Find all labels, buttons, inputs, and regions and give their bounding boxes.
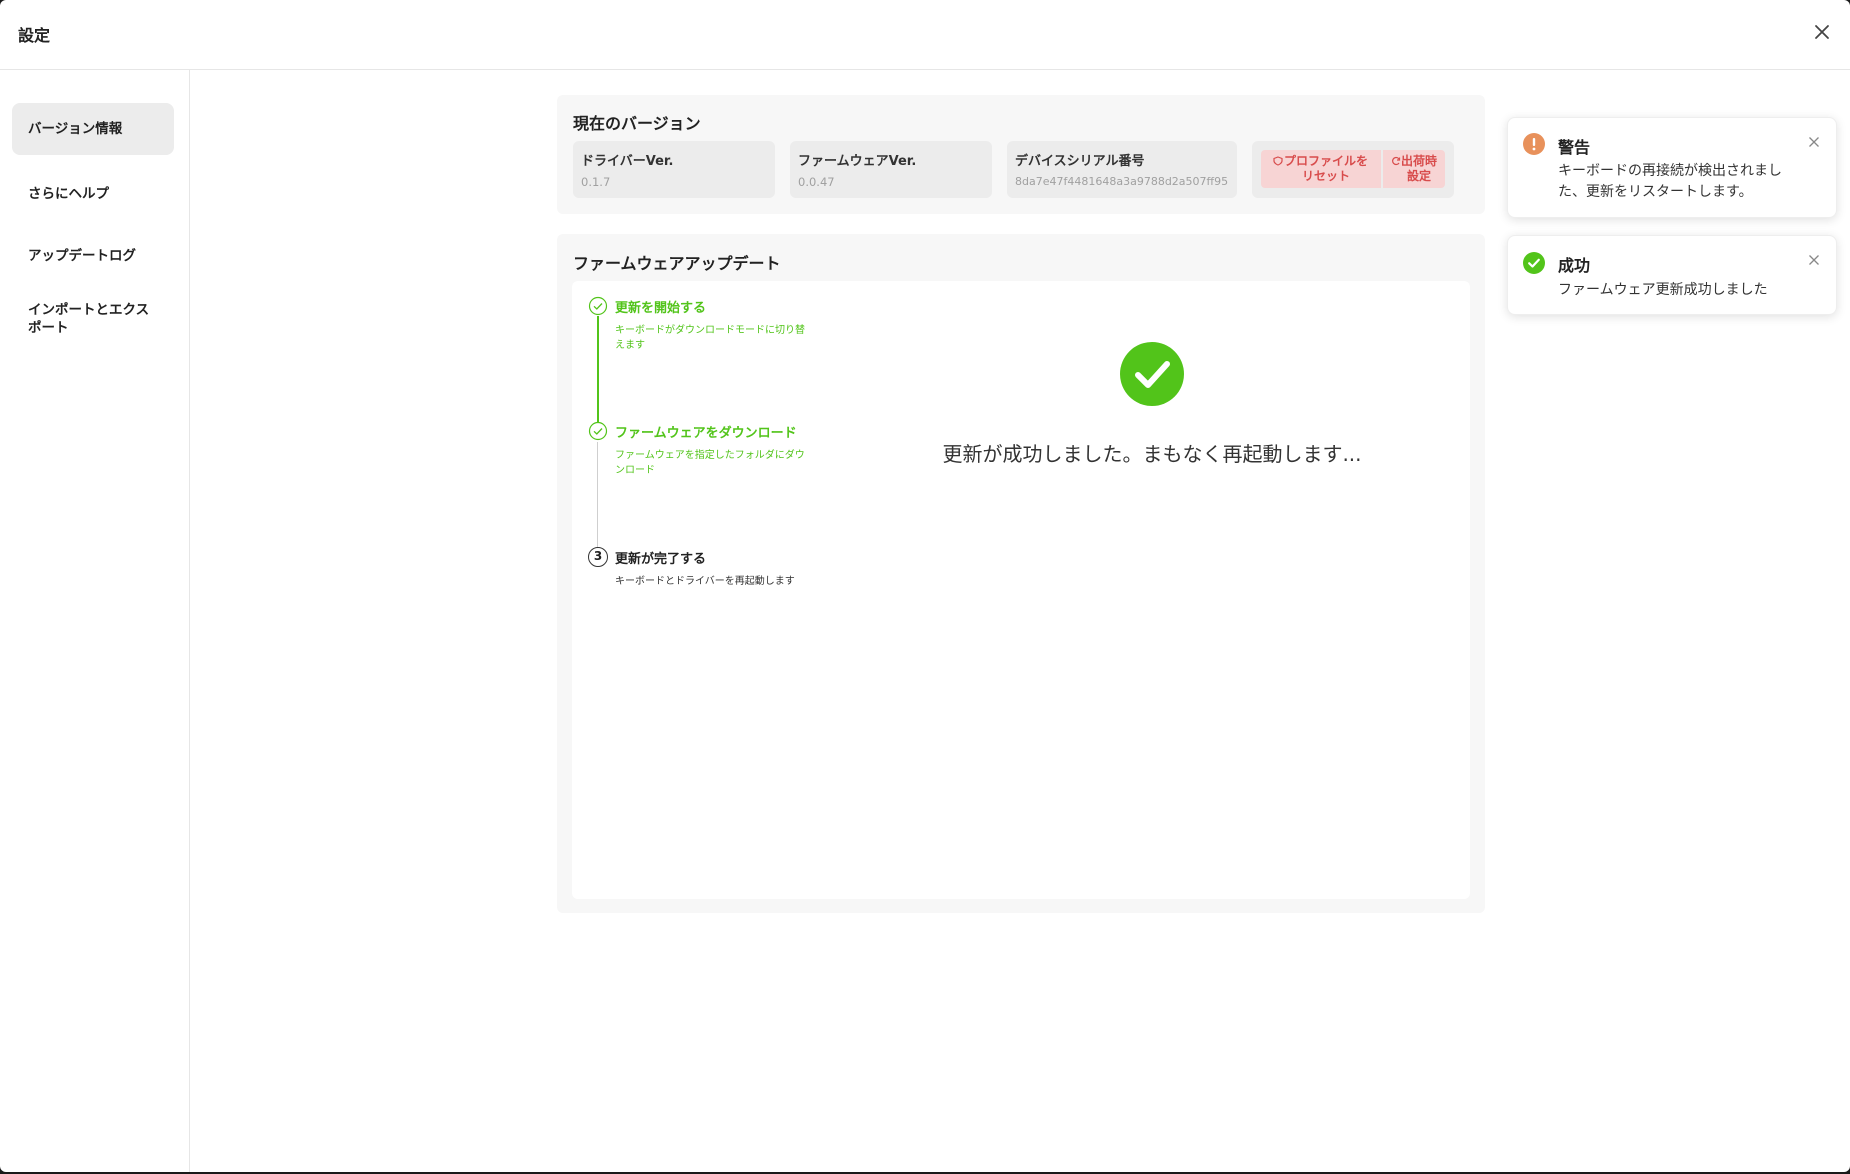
step-title: ファームウェアをダウンロード [615,426,797,441]
version-panel-title: 現在のバージョン [573,114,701,133]
firmware-version-label: ファームウェアVer. [798,154,917,169]
step-title: 更新が完了する [615,552,707,567]
reset-profile-button[interactable]: プロファイルをリセット [1261,150,1381,188]
title-bar: 設定 [0,0,1850,70]
factory-reset-button[interactable]: 出荷時設定 [1383,150,1445,188]
step-connector [597,442,598,550]
toast-message: ファームウェア更新成功しました [1558,282,1768,298]
warning-toast: 警告 キーボードの再接続が検出されました、更新をリスタートします。 [1507,117,1837,218]
step-check-icon [588,296,608,316]
sidebar-item-update-log[interactable]: アップデートログ [12,247,174,265]
sidebar-item-label: インポートとエクスポート [28,302,150,336]
success-toast: 成功 ファームウェア更新成功しました [1507,235,1837,315]
window-title: 設定 [18,26,51,45]
sidebar-item-label: バージョン情報 [28,121,123,137]
step-description: キーボードとドライバーを再起動します [615,576,795,587]
driver-version-value: 0.1.7 [581,175,611,189]
close-icon[interactable] [1806,252,1822,268]
shield-icon [1273,156,1283,166]
refresh-icon [1392,156,1401,166]
toast-title: 警告 [1558,138,1591,157]
sidebar-item-label: アップデートログ [28,248,136,264]
reset-button-group: プロファイルをリセット 出荷時設定 [1252,141,1454,198]
sidebar-item-label: さらにヘルプ [28,186,109,202]
close-window-button[interactable] [1808,18,1836,46]
reset-profile-label: プロファイルをリセット [1283,154,1368,183]
serial-number-value: 8da7e47f4481648a3a9788d2a507ff95 [1015,175,1229,188]
firmware-version-value: 0.0.47 [798,175,835,189]
step-title: 更新を開始する [615,301,707,316]
factory-reset-label: 出荷時設定 [1401,154,1438,183]
update-result-message: 更新が成功しました。まもなく再起動します... [942,442,1362,466]
sidebar-item-import-export[interactable]: インポートとエクスポート [12,301,174,337]
sidebar-item-more-help[interactable]: さらにヘルプ [12,185,174,203]
steps-box [572,281,1470,899]
step-description: キーボードがダウンロードモードに切り替えます [615,325,805,351]
settings-window: 設定 バージョン情報 さらにヘルプ アップデートログ インポートとエクスポート … [0,0,1850,1172]
step-check-icon [588,421,608,441]
toast-message: キーボードの再接続が検出されました、更新をリスタートします。 [1558,163,1782,200]
firmware-version-card: ファームウェアVer. 0.0.47 [790,141,992,198]
success-check-icon [1120,342,1184,406]
sidebar-item-version-info[interactable]: バージョン情報 [12,103,174,155]
serial-number-card: デバイスシリアル番号 8da7e47f4481648a3a9788d2a507f… [1007,141,1237,198]
check-circle-icon [1523,252,1545,274]
step-description: ファームウェアを指定したフォルダにダウンロード [615,450,805,476]
driver-version-label: ドライバーVer. [581,154,674,169]
sidebar: バージョン情報 さらにヘルプ アップデートログ インポートとエクスポート [0,70,190,1172]
step-connector [597,316,599,424]
firmware-update-title: ファームウェアアップデート [573,254,781,273]
serial-number-label: デバイスシリアル番号 [1015,154,1145,169]
step-number: 3 [588,547,608,567]
toast-title: 成功 [1558,256,1591,275]
exclamation-icon [1523,133,1545,155]
close-icon[interactable] [1806,134,1822,150]
close-icon [1815,25,1829,39]
driver-version-card: ドライバーVer. 0.1.7 [573,141,775,198]
